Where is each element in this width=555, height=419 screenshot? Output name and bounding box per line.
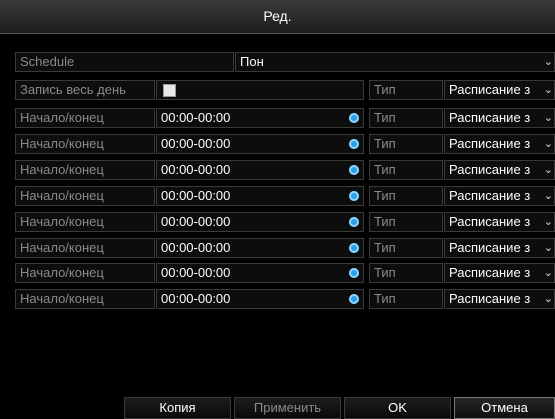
- clock-icon[interactable]: [349, 113, 359, 123]
- time-range-field[interactable]: 00:00-00:00: [156, 238, 364, 258]
- clock-icon[interactable]: [349, 243, 359, 253]
- time-range-field[interactable]: 00:00-00:00: [156, 108, 364, 128]
- chevron-down-icon: ⌄: [543, 164, 553, 176]
- time-range-field[interactable]: 00:00-00:00: [156, 134, 364, 154]
- row-type-value: Расписание з: [449, 162, 531, 177]
- time-range-value: 00:00-00:00: [161, 162, 231, 177]
- row-type-select[interactable]: Расписание з ⌄: [444, 289, 555, 309]
- copy-button[interactable]: Копия: [124, 397, 231, 419]
- chevron-down-icon: ⌄: [543, 138, 553, 150]
- chevron-down-icon: ⌄: [543, 84, 553, 96]
- row-type-value: Расписание з: [449, 265, 531, 280]
- time-range-field[interactable]: 00:00-00:00: [156, 186, 364, 206]
- chevron-down-icon: ⌄: [543, 56, 553, 68]
- row-type-select[interactable]: Расписание з ⌄: [444, 263, 555, 283]
- schedule-day-value: Пон: [240, 54, 264, 69]
- chevron-down-icon: ⌄: [543, 242, 553, 254]
- row-type-label: Тип: [369, 212, 443, 232]
- chevron-down-icon: ⌄: [543, 216, 553, 228]
- row-label: Начало/конец: [15, 108, 155, 128]
- clock-icon[interactable]: [349, 139, 359, 149]
- row-type-value: Расписание з: [449, 291, 531, 306]
- row-type-label: Тип: [369, 134, 443, 154]
- clock-icon[interactable]: [349, 268, 359, 278]
- apply-button[interactable]: Применить: [234, 397, 341, 419]
- time-range-field[interactable]: 00:00-00:00: [156, 263, 364, 283]
- row-label: Начало/конец: [15, 134, 155, 154]
- clock-icon[interactable]: [349, 294, 359, 304]
- chevron-down-icon: ⌄: [543, 293, 553, 305]
- schedule-label: Schedule: [15, 52, 234, 72]
- time-range-field[interactable]: 00:00-00:00: [156, 289, 364, 309]
- time-range-value: 00:00-00:00: [161, 291, 231, 306]
- clock-icon[interactable]: [349, 191, 359, 201]
- allday-type-label: Тип: [369, 80, 443, 100]
- allday-label: Запись весь день: [15, 80, 155, 100]
- row-label: Начало/конец: [15, 238, 155, 258]
- row-type-label: Тип: [369, 238, 443, 258]
- row-type-select[interactable]: Расписание з ⌄: [444, 108, 555, 128]
- time-range-field[interactable]: 00:00-00:00: [156, 212, 364, 232]
- row-type-value: Расписание з: [449, 110, 531, 125]
- time-range-value: 00:00-00:00: [161, 265, 231, 280]
- window-title: Ред.: [0, 0, 555, 34]
- time-range-value: 00:00-00:00: [161, 240, 231, 255]
- time-range-field[interactable]: 00:00-00:00: [156, 160, 364, 180]
- row-type-select[interactable]: Расписание з ⌄: [444, 186, 555, 206]
- allday-type-value: Расписание з: [449, 82, 531, 97]
- row-type-label: Тип: [369, 186, 443, 206]
- cancel-button[interactable]: Отмена: [454, 397, 555, 419]
- time-range-value: 00:00-00:00: [161, 136, 231, 151]
- allday-checkbox-cell[interactable]: [156, 80, 364, 100]
- row-type-value: Расписание з: [449, 214, 531, 229]
- clock-icon[interactable]: [349, 217, 359, 227]
- time-range-value: 00:00-00:00: [161, 214, 231, 229]
- row-type-select[interactable]: Расписание з ⌄: [444, 212, 555, 232]
- chevron-down-icon: ⌄: [543, 267, 553, 279]
- row-type-value: Расписание з: [449, 188, 531, 203]
- allday-checkbox[interactable]: [163, 84, 176, 97]
- row-type-label: Тип: [369, 289, 443, 309]
- row-label: Начало/конец: [15, 263, 155, 283]
- ok-button[interactable]: OK: [344, 397, 451, 419]
- row-label: Начало/конец: [15, 160, 155, 180]
- row-type-label: Тип: [369, 160, 443, 180]
- row-label: Начало/конец: [15, 186, 155, 206]
- chevron-down-icon: ⌄: [543, 190, 553, 202]
- chevron-down-icon: ⌄: [543, 112, 553, 124]
- time-range-value: 00:00-00:00: [161, 188, 231, 203]
- row-type-value: Расписание з: [449, 240, 531, 255]
- row-label: Начало/конец: [15, 212, 155, 232]
- row-label: Начало/конец: [15, 289, 155, 309]
- row-type-label: Тип: [369, 108, 443, 128]
- row-type-value: Расписание з: [449, 136, 531, 151]
- row-type-label: Тип: [369, 263, 443, 283]
- row-type-select[interactable]: Расписание з ⌄: [444, 238, 555, 258]
- time-range-value: 00:00-00:00: [161, 110, 231, 125]
- allday-type-select[interactable]: Расписание з ⌄: [444, 80, 555, 100]
- row-type-select[interactable]: Расписание з ⌄: [444, 134, 555, 154]
- clock-icon[interactable]: [349, 165, 359, 175]
- schedule-day-select[interactable]: Пон ⌄: [235, 52, 555, 72]
- row-type-select[interactable]: Расписание з ⌄: [444, 160, 555, 180]
